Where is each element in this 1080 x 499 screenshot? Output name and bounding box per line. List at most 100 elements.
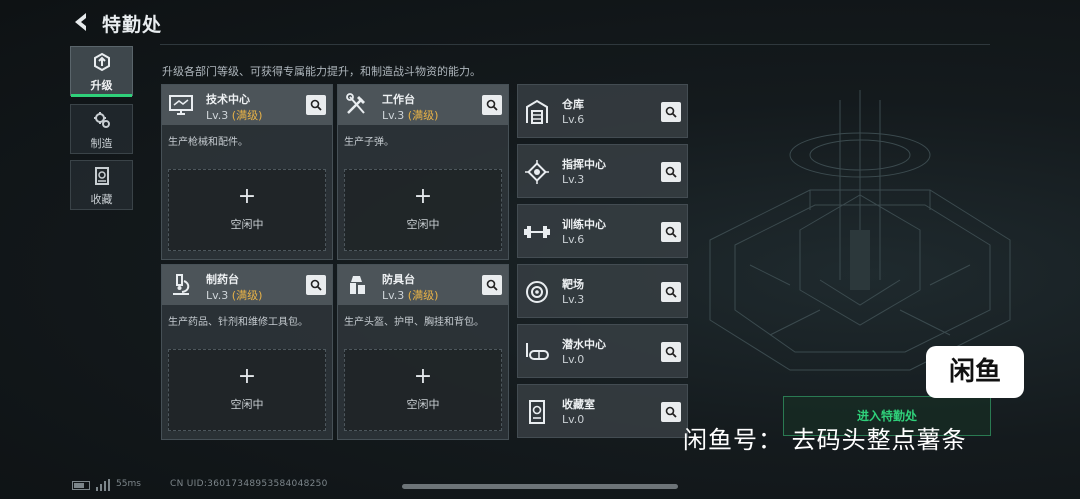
facility-name: 仓库: [562, 98, 584, 111]
tools-icon: [346, 93, 365, 114]
target-icon: [526, 281, 548, 303]
collection-icon: [94, 167, 109, 185]
card-description: 生产头盔、护甲、胸挂和背包。: [344, 317, 484, 328]
card-header: 技术中心 Lv.3 (满级): [162, 85, 332, 125]
search-button[interactable]: [661, 402, 681, 422]
facility-diving-center[interactable]: 潜水中心 Lv.0: [517, 324, 688, 378]
page-subtitle: 升级各部门等级、可获得专属能力提升，和制造战斗物资的能力。: [162, 65, 481, 78]
collection-room-icon: [529, 400, 545, 424]
card-description: 生产药品、针剂和维修工具包。: [168, 317, 308, 328]
card-name: 防具台: [382, 273, 415, 286]
production-slot[interactable]: + 空闲中: [168, 349, 326, 431]
magnifier-icon: [310, 279, 322, 291]
facility-command-center[interactable]: 指挥中心 Lv.3: [517, 144, 688, 198]
card-workbench: 工作台 Lv.3 (满级) 生产子弹。 + 空闲中: [337, 84, 509, 260]
facility-level: Lv.3: [562, 293, 585, 306]
production-slot[interactable]: + 空闲中: [168, 169, 326, 251]
facility-name: 指挥中心: [562, 158, 606, 171]
card-level: Lv.3 (满级): [206, 109, 263, 122]
card-pharmacy: 制药台 Lv.3 (满级) 生产药品、针剂和维修工具包。 + 空闲中: [161, 264, 333, 440]
page-title: 特勤处: [102, 14, 163, 36]
search-button[interactable]: [661, 282, 681, 302]
facility-level: Lv.0: [562, 413, 585, 426]
card-armor-bench: 防具台 Lv.3 (满级) 生产头盔、护甲、胸挂和背包。 + 空闲中: [337, 264, 509, 440]
tab-upgrade-label: 升级: [90, 79, 113, 92]
search-button[interactable]: [661, 162, 681, 182]
home-indicator-bar[interactable]: [402, 484, 678, 489]
facility-shooting-range[interactable]: 靶场 Lv.3: [517, 264, 688, 318]
search-button[interactable]: [661, 222, 681, 242]
magnifier-icon: [665, 226, 677, 238]
card-header: 工作台 Lv.3 (满级): [338, 85, 508, 125]
card-header: 防具台 Lv.3 (满级): [338, 265, 508, 305]
upgrade-icon: [93, 52, 110, 72]
tab-craft[interactable]: 制造: [70, 104, 133, 154]
production-slot[interactable]: + 空闲中: [344, 169, 502, 251]
slot-status: 空闲中: [406, 218, 440, 231]
watermark-text: 闲鱼号： 去码头整点薯条: [683, 426, 967, 454]
plus-icon: +: [237, 184, 257, 209]
max-level-badge: (满级): [231, 289, 263, 302]
plus-icon: +: [237, 364, 257, 389]
card-description: 生产子弹。: [344, 137, 394, 148]
facility-warehouse[interactable]: 仓库 Lv.6: [517, 84, 688, 138]
computer-icon: [169, 95, 193, 115]
magnifier-icon: [486, 99, 498, 111]
header-divider: [160, 44, 990, 45]
gears-icon: [93, 112, 110, 128]
card-tech-center: 技术中心 Lv.3 (满级) 生产枪械和配件。 + 空闲中: [161, 84, 333, 260]
card-name: 技术中心: [206, 93, 250, 106]
max-level-badge: (满级): [231, 109, 263, 122]
tab-craft-label: 制造: [90, 137, 113, 150]
xianyu-watermark-logo: 闲鱼: [926, 346, 1024, 398]
search-button[interactable]: [661, 342, 681, 362]
search-button[interactable]: [482, 95, 502, 115]
tab-collection[interactable]: 收藏: [70, 160, 133, 210]
production-slot[interactable]: + 空闲中: [344, 349, 502, 431]
search-button[interactable]: [306, 95, 326, 115]
plus-icon: +: [413, 364, 433, 389]
slot-status: 空闲中: [230, 218, 264, 231]
card-name: 工作台: [382, 93, 415, 106]
chip-icon: [525, 160, 549, 184]
search-button[interactable]: [661, 102, 681, 122]
card-header: 制药台 Lv.3 (满级): [162, 265, 332, 305]
card-level: Lv.3 (满级): [382, 109, 439, 122]
facility-level: Lv.3: [562, 173, 585, 186]
search-button[interactable]: [306, 275, 326, 295]
warehouse-icon: [526, 99, 548, 124]
search-button[interactable]: [482, 275, 502, 295]
dumbbell-icon: [524, 226, 550, 238]
plus-icon: +: [413, 184, 433, 209]
magnifier-icon: [665, 346, 677, 358]
card-level: Lv.3 (满级): [382, 289, 439, 302]
microscope-icon: [173, 274, 190, 295]
facility-training-center[interactable]: 训练中心 Lv.6: [517, 204, 688, 258]
back-arrow-icon[interactable]: [70, 10, 94, 34]
tab-upgrade[interactable]: 升级: [70, 46, 133, 97]
card-level: Lv.3 (满级): [206, 289, 263, 302]
diving-mask-icon: [526, 343, 549, 360]
facility-level: Lv.0: [562, 353, 585, 366]
facility-collection-room[interactable]: 收藏室 Lv.0: [517, 384, 688, 438]
facility-level: Lv.6: [562, 113, 585, 126]
magnifier-icon: [486, 279, 498, 291]
magnifier-icon: [665, 406, 677, 418]
tab-collection-label: 收藏: [90, 193, 113, 206]
battery-icon: [72, 481, 90, 490]
magnifier-icon: [665, 286, 677, 298]
card-name: 制药台: [206, 273, 239, 286]
facility-name: 收藏室: [562, 398, 595, 411]
max-level-badge: (满级): [407, 289, 439, 302]
magnifier-icon: [665, 166, 677, 178]
facility-name: 潜水中心: [562, 338, 606, 351]
card-description: 生产枪械和配件。: [168, 137, 248, 148]
max-level-badge: (满级): [407, 109, 439, 122]
armor-icon: [350, 276, 365, 294]
facility-name: 训练中心: [562, 218, 606, 231]
facility-level: Lv.6: [562, 233, 585, 246]
user-uid: CN UID:36017348953584048250: [170, 479, 328, 489]
signal-icon: [96, 479, 110, 491]
magnifier-icon: [310, 99, 322, 111]
slot-status: 空闲中: [230, 398, 264, 411]
